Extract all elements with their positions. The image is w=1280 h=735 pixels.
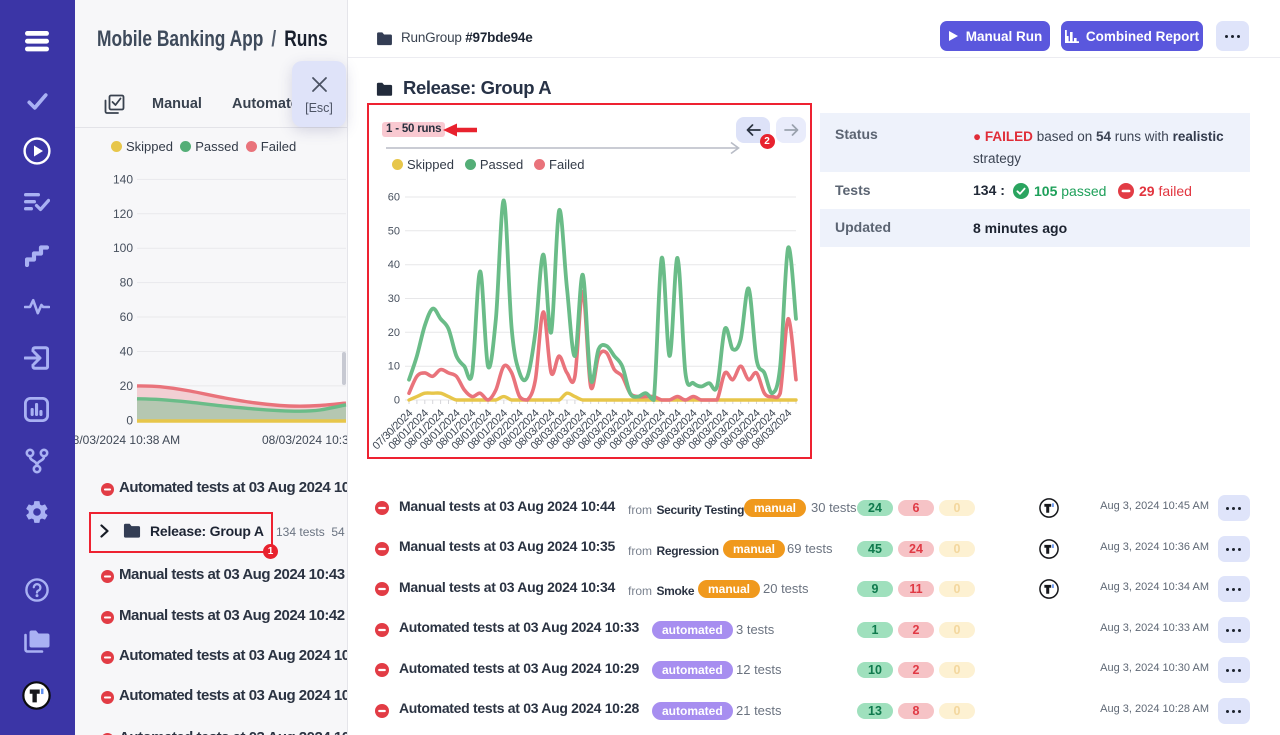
svg-text:40: 40 (120, 345, 134, 359)
svg-text:120: 120 (113, 207, 133, 221)
svg-text:80: 80 (120, 276, 134, 290)
svg-text:0: 0 (126, 413, 133, 427)
svg-text:20: 20 (120, 379, 134, 393)
svg-text:100: 100 (113, 241, 133, 255)
svg-text:140: 140 (113, 172, 133, 186)
svg-text:60: 60 (120, 310, 134, 324)
